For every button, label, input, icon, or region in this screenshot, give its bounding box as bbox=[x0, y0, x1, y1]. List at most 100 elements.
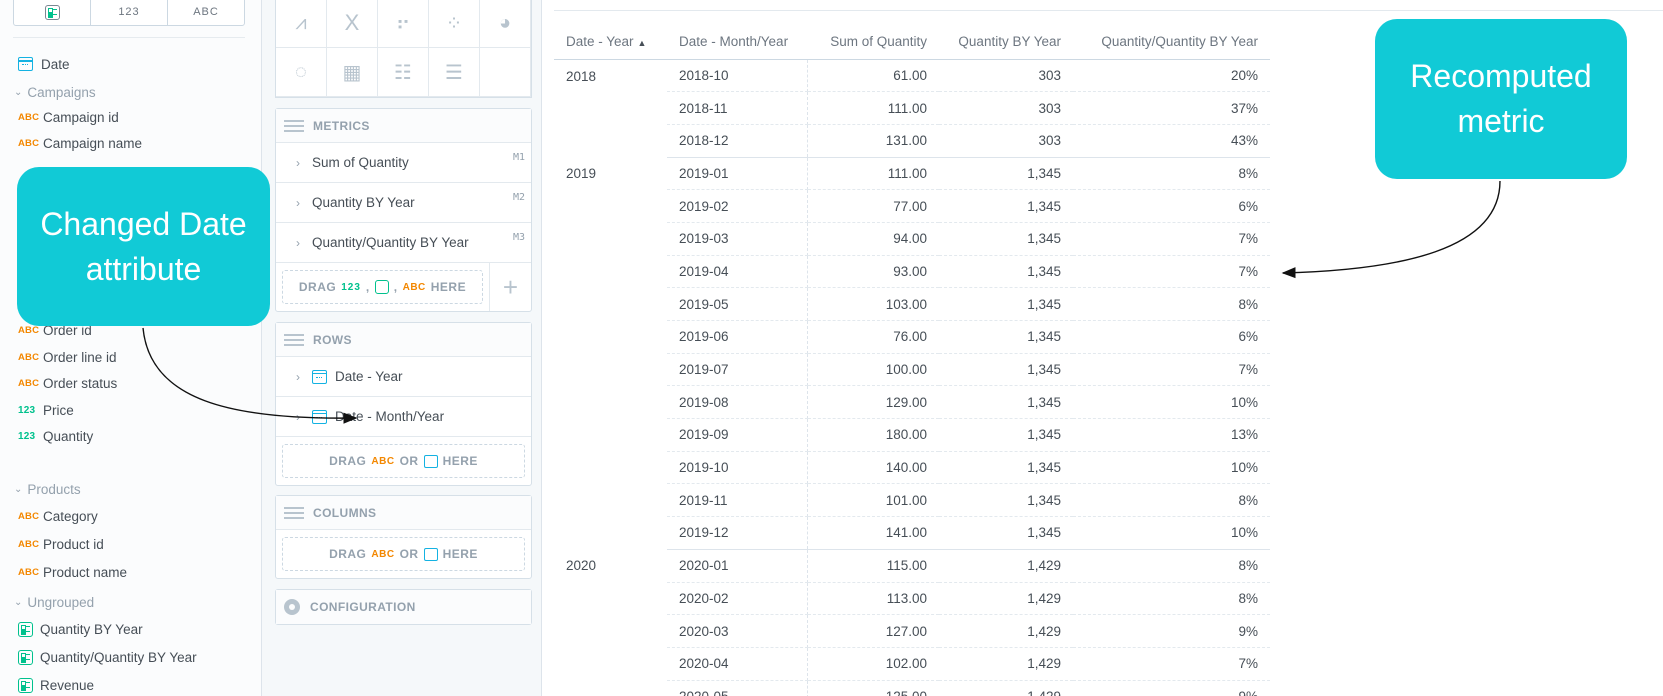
dropzone-text: HERE bbox=[442, 547, 478, 561]
metric-label: Sum of Quantity bbox=[312, 155, 409, 170]
metric-item-m2[interactable]: › Quantity BY Year M2 bbox=[276, 183, 531, 223]
dropzone-text: HERE bbox=[442, 454, 478, 468]
catalog-item-campaign-id[interactable]: ABC Campaign id bbox=[18, 107, 119, 127]
catalog-item-label: Price bbox=[43, 402, 74, 418]
month-cell: 2020-02 bbox=[667, 582, 808, 616]
metrics-bucket-header: METRICS bbox=[276, 109, 531, 143]
catalog-item-category[interactable]: ABC Category bbox=[18, 506, 98, 526]
catalog-item-revenue[interactable]: Revenue bbox=[18, 675, 94, 695]
column-header-sum-quantity[interactable]: Sum of Quantity bbox=[807, 25, 939, 60]
month-cell: 2019-04 bbox=[667, 255, 808, 289]
sum-quantity-cell: 100.00 bbox=[807, 353, 939, 387]
sum-quantity-cell: 180.00 bbox=[807, 418, 939, 452]
treemap-icon[interactable]: ▦ bbox=[327, 48, 378, 97]
catalog-item-product-id[interactable]: ABC Product id bbox=[18, 534, 104, 554]
data-catalog: 123 ABC Date ⌄ Campaigns ABC Campaign id… bbox=[0, 0, 262, 696]
group-products[interactable]: ⌄ Products bbox=[14, 479, 81, 499]
row-item-date-year[interactable]: › Date - Year bbox=[276, 357, 531, 397]
metric-icon bbox=[18, 677, 33, 693]
rows-dropzone[interactable]: DRAG ABC OR HERE bbox=[282, 444, 525, 478]
catalog-item-campaign-name[interactable]: ABC Campaign name bbox=[18, 133, 142, 153]
month-cell: 2019-03 bbox=[667, 222, 808, 256]
quantity-by-year-cell: 303 bbox=[939, 124, 1073, 158]
chevron-right-icon: › bbox=[296, 235, 300, 250]
month-cell: 2019-11 bbox=[667, 483, 808, 518]
month-cell: 2019-06 bbox=[667, 320, 808, 354]
column-header-year[interactable]: Date - Year ▲ bbox=[554, 25, 667, 60]
column-header-month[interactable]: Date - Month/Year bbox=[667, 25, 807, 60]
chevron-right-icon: › bbox=[296, 155, 300, 170]
filter-numeric-button[interactable]: 123 bbox=[91, 0, 168, 25]
metric-item-m1[interactable]: › Sum of Quantity M1 bbox=[276, 143, 531, 183]
month-cell: 2020-05 bbox=[667, 680, 808, 696]
metric-item-m3[interactable]: › Quantity/Quantity BY Year M3 bbox=[276, 223, 531, 263]
catalog-item-label: Product name bbox=[43, 564, 128, 580]
donut-chart-icon[interactable]: ◌ bbox=[276, 48, 327, 97]
ratio-cell: 9% bbox=[1073, 680, 1270, 696]
column-header-quantity-by-year[interactable]: Quantity BY Year bbox=[939, 25, 1073, 60]
headline-icon[interactable]: ☰ bbox=[429, 48, 480, 97]
ratio-cell: 10% bbox=[1073, 451, 1270, 485]
configuration-section[interactable]: CONFIGURATION bbox=[275, 589, 532, 625]
fact-icon: 123 bbox=[18, 404, 36, 416]
catalog-item-quantity-ratio[interactable]: Quantity/Quantity BY Year bbox=[18, 647, 197, 667]
catalog-item-order-status[interactable]: ABC Order status bbox=[18, 373, 117, 393]
year-cell: 2020 bbox=[566, 558, 597, 574]
combo-chart-icon[interactable]: ⩘ bbox=[276, 0, 327, 48]
attribute-icon: ABC bbox=[371, 548, 395, 560]
sum-quantity-cell: 115.00 bbox=[807, 549, 939, 583]
row-item-date-month-year[interactable]: › Date - Month/Year bbox=[276, 397, 531, 437]
callout-recomputed-metric: Recomputed metric bbox=[1375, 19, 1627, 179]
filter-attribute-button[interactable]: ABC bbox=[168, 0, 244, 25]
heatmap-icon[interactable]: ☷ bbox=[378, 48, 429, 97]
sum-quantity-cell: 111.00 bbox=[807, 157, 939, 191]
chevron-down-icon: ⌄ bbox=[14, 86, 23, 98]
dropzone-text: OR bbox=[399, 454, 419, 468]
quantity-by-year-cell: 1,429 bbox=[939, 680, 1073, 696]
catalog-item-label: Campaign id bbox=[43, 109, 119, 125]
sum-quantity-cell: 129.00 bbox=[807, 385, 939, 420]
catalog-item-label: Order status bbox=[43, 375, 118, 391]
ratio-cell: 7% bbox=[1073, 255, 1270, 289]
quantity-by-year-cell: 1,429 bbox=[939, 614, 1073, 648]
month-cell: 2018-12 bbox=[667, 124, 808, 158]
sum-quantity-cell: 101.00 bbox=[807, 483, 939, 518]
columns-dropzone[interactable]: DRAG ABC OR HERE bbox=[282, 537, 525, 571]
column-header-label: Sum of Quantity bbox=[830, 34, 927, 50]
catalog-item-product-name[interactable]: ABC Product name bbox=[18, 562, 127, 582]
month-cell: 2019-10 bbox=[667, 451, 808, 485]
bullet-chart-icon[interactable]: Χ bbox=[327, 0, 378, 48]
sort-ascending-icon[interactable]: ▲ bbox=[638, 38, 647, 48]
catalog-item-quantity[interactable]: 123 Quantity bbox=[18, 426, 93, 446]
ratio-cell: 8% bbox=[1073, 483, 1270, 518]
filter-metrics-button[interactable] bbox=[14, 0, 91, 25]
group-ungrouped[interactable]: ⌄ Ungrouped bbox=[14, 592, 94, 612]
scatter-plot-icon[interactable]: ⠖ bbox=[378, 0, 429, 48]
bucket-lines-icon bbox=[284, 506, 304, 519]
catalog-item-date[interactable]: Date bbox=[18, 54, 70, 74]
quantity-by-year-cell: 1,345 bbox=[939, 189, 1073, 223]
metric-label: Quantity BY Year bbox=[312, 195, 415, 210]
chevron-right-icon: › bbox=[296, 409, 300, 424]
catalog-item-quantity-by-year[interactable]: Quantity BY Year bbox=[18, 619, 143, 639]
divider bbox=[13, 37, 245, 38]
column-header-ratio[interactable]: Quantity/Quantity BY Year bbox=[1073, 25, 1270, 60]
bucket-title: METRICS bbox=[313, 118, 370, 133]
pivot-table: Date - Year ▲ Date - Month/Year Sum of Qu… bbox=[554, 25, 1270, 696]
bubble-chart-icon[interactable]: ⁘ bbox=[429, 0, 480, 48]
dropzone-text: HERE bbox=[430, 280, 467, 294]
callout-date-attribute: Changed Date attribute bbox=[17, 167, 270, 326]
catalog-item-price[interactable]: 123 Price bbox=[18, 400, 74, 420]
add-metric-button[interactable]: + bbox=[489, 263, 531, 311]
quantity-by-year-cell: 1,345 bbox=[939, 516, 1073, 550]
sum-quantity-cell: 94.00 bbox=[807, 222, 939, 256]
calendar-icon bbox=[423, 454, 438, 468]
catalog-item-order-line-id[interactable]: ABC Order line id bbox=[18, 347, 117, 367]
pie-chart-icon[interactable]: ◕ bbox=[480, 0, 531, 48]
metrics-dropzone[interactable]: DRAG 123, , ABC HERE bbox=[282, 270, 483, 304]
month-cell: 2019-12 bbox=[667, 516, 808, 550]
ratio-cell: 8% bbox=[1073, 157, 1270, 191]
configuration-header[interactable]: CONFIGURATION bbox=[276, 590, 531, 624]
sum-quantity-cell: 131.00 bbox=[807, 124, 939, 158]
group-campaigns[interactable]: ⌄ Campaigns bbox=[14, 82, 96, 102]
